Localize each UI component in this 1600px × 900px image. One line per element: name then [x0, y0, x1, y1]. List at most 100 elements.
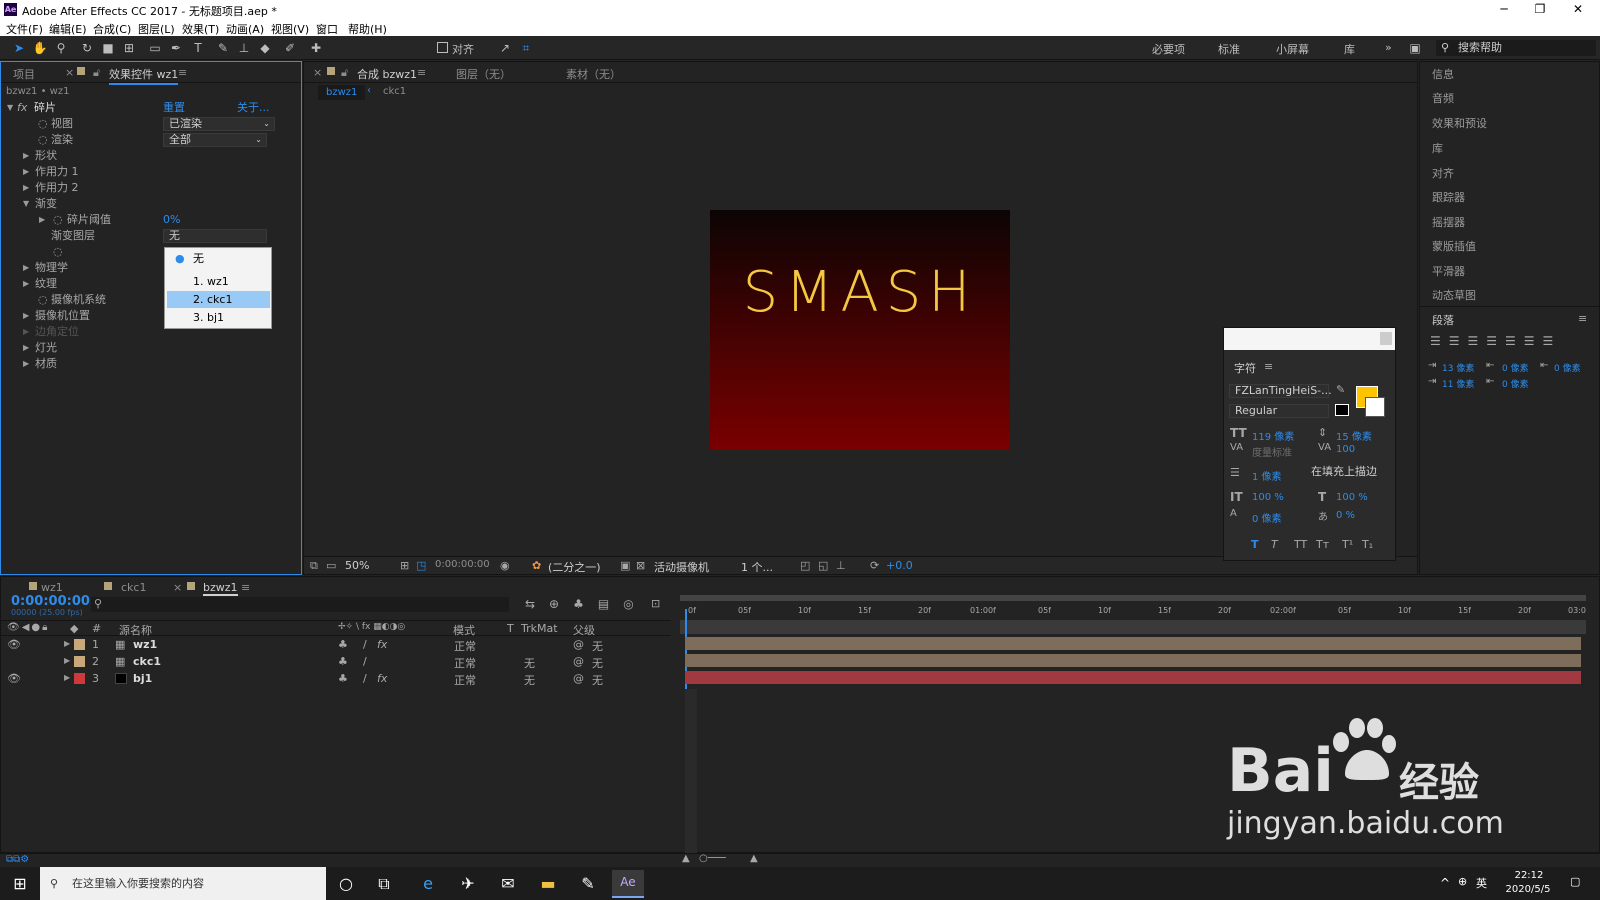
tab-footage[interactable]: 素材（无） — [566, 66, 621, 82]
layer-duration-bar[interactable] — [685, 671, 1581, 684]
timeline-tab-ckc1[interactable]: ckc1 — [121, 581, 146, 594]
snapping-icon[interactable]: ⌗ — [517, 39, 535, 57]
snapshot-icon[interactable]: ◉ — [500, 559, 510, 572]
label-color-swatch[interactable] — [74, 656, 85, 667]
grid-icon[interactable]: ⊞ — [400, 559, 409, 572]
rotate-tool-icon[interactable]: ↻ — [78, 39, 96, 57]
menu-window[interactable]: 窗口 — [316, 21, 338, 37]
baseline-shift-value[interactable]: 0 像素 — [1252, 510, 1282, 525]
menu-composition[interactable]: 合成(C) — [93, 21, 131, 37]
threshold-value[interactable]: 0% — [163, 212, 180, 228]
panel-menu-icon[interactable]: ≡ — [1578, 312, 1587, 325]
stopwatch-icon[interactable]: ◌ — [38, 116, 48, 132]
shy-icon[interactable]: ♣ — [338, 655, 348, 668]
pick-whip-icon[interactable]: @ — [573, 672, 584, 685]
space-before-value[interactable]: 0 像素 — [1502, 361, 1529, 374]
eraser-tool-icon[interactable]: ◆ — [256, 39, 274, 57]
quality-icon[interactable]: / — [363, 655, 367, 668]
taskbar-search-input[interactable]: ⚲ 在这里输入你要搜索的内容 — [40, 867, 326, 900]
visibility-eye-icon[interactable]: 👁︎ — [7, 638, 21, 651]
layer-row[interactable]: ▶ 2 ▦ ckc1 ♣ / 正常 无 @ 无 — [1, 653, 671, 670]
panel-menu-icon[interactable]: ≡ — [417, 66, 426, 79]
resolution-value[interactable]: (二分之一) — [548, 559, 601, 575]
mode-dropdown[interactable]: 正常 — [454, 655, 476, 671]
clock-time[interactable]: 22:12 — [1508, 870, 1550, 881]
menu-layer[interactable]: 图层(L) — [138, 21, 175, 37]
type-tool-icon[interactable]: T — [189, 39, 207, 57]
timeline-tab-bzwz1[interactable]: bzwz1 — [203, 581, 238, 596]
popup-option-none[interactable]: ● 无 — [167, 250, 270, 267]
comp-canvas[interactable]: SMASH — [710, 210, 1010, 450]
prop-material-row[interactable]: ▶ 材质 — [1, 356, 291, 372]
panel-info[interactable]: 信息 — [1432, 66, 1454, 82]
transparency-grid-icon[interactable]: ⊠ — [636, 559, 645, 572]
stopwatch-icon[interactable]: ◌ — [53, 212, 63, 228]
rectangle-tool-icon[interactable]: ▭ — [146, 39, 164, 57]
subscript-button[interactable]: T₁ — [1362, 538, 1373, 551]
mode-dropdown[interactable]: 正常 — [454, 638, 476, 654]
expand-triangle-icon[interactable]: ▶ — [64, 656, 70, 665]
vertical-scale-value[interactable]: 100 % — [1252, 492, 1284, 503]
expand-triangle-icon[interactable]: ▼ — [7, 100, 13, 116]
timeline-search-input[interactable]: ⚲ — [91, 597, 509, 612]
zoom-tool-icon[interactable]: ⚲ — [52, 39, 70, 57]
layer-name[interactable]: wz1 — [133, 638, 157, 651]
hand-tool-icon[interactable]: ✋ — [31, 39, 49, 57]
expand-triangle-icon[interactable]: ▶ — [23, 148, 29, 164]
cortana-icon[interactable]: ○ — [334, 872, 358, 896]
small-caps-button[interactable]: Tт — [1316, 538, 1329, 551]
after-effects-taskbar-icon[interactable]: Ae — [612, 870, 644, 898]
expand-triangle-icon[interactable]: ▶ — [23, 276, 29, 292]
all-caps-button[interactable]: TT — [1294, 538, 1307, 551]
expand-triangle-icon[interactable]: ▶ — [64, 639, 70, 648]
panel-effects-presets[interactable]: 效果和预设 — [1432, 115, 1487, 131]
layer-name[interactable]: bj1 — [133, 672, 152, 685]
workspace-small-screen[interactable]: 小屏幕 — [1276, 41, 1309, 57]
parent-dropdown[interactable]: 无 — [592, 672, 603, 688]
stroke-width-value[interactable]: 1 像素 — [1252, 468, 1282, 483]
gradient-layer-dropdown[interactable]: 无 — [163, 229, 267, 243]
timeline-tab-wz1[interactable]: wz1 — [41, 581, 63, 594]
parent-dropdown[interactable]: 无 — [592, 638, 603, 654]
exposure-value[interactable]: +0.0 — [886, 559, 913, 572]
tab-project[interactable]: 项目 — [13, 66, 35, 82]
menu-view[interactable]: 视图(V) — [271, 21, 309, 37]
app-icon-bird[interactable]: ✈ — [456, 872, 480, 896]
kerning-value[interactable]: 度量标准 — [1252, 444, 1292, 459]
zoom-slider[interactable]: ○─── — [699, 853, 726, 864]
panel-libraries[interactable]: 库 — [1432, 140, 1443, 156]
expand-triangle-icon[interactable]: ▶ — [23, 356, 29, 372]
time-ruler[interactable]: 0f 05f 10f 15f 20f 01:00f 05f 10f 15f 20… — [680, 603, 1586, 619]
reset-exposure-icon[interactable]: ⟳ — [870, 559, 879, 572]
paragraph-align-buttons[interactable]: ☰☰☰☰☰☰☰ — [1430, 334, 1561, 348]
timeline-switch-icons[interactable]: ⇆⊕♣▤◎ — [525, 597, 648, 611]
layer-duration-bar[interactable] — [685, 654, 1581, 667]
fx-icon[interactable]: fx — [17, 100, 27, 116]
stopwatch-icon[interactable]: ◌ — [38, 292, 48, 308]
shy-icon[interactable]: ♣ — [338, 672, 348, 685]
pick-whip-icon[interactable]: @ — [573, 638, 584, 651]
panel-menu-icon[interactable]: ≡ — [1264, 360, 1273, 373]
panel-audio[interactable]: 音频 — [1432, 90, 1454, 106]
menu-edit[interactable]: 编辑(E) — [49, 21, 87, 37]
camera-select[interactable]: 活动摄像机 — [654, 559, 709, 575]
indent-left-value[interactable]: 13 像素 — [1442, 361, 1474, 374]
roi-icon[interactable]: ▣ — [620, 559, 630, 572]
shy-icon[interactable]: ♣ — [338, 638, 348, 651]
space-after-value[interactable]: 0 像素 — [1502, 377, 1529, 390]
current-time[interactable]: 0:00:00:00 — [435, 559, 490, 570]
expand-triangle-icon[interactable]: ▶ — [23, 340, 29, 356]
menu-animation[interactable]: 动画(A) — [226, 21, 264, 37]
layer-row[interactable]: 👁︎ ▶ 1 ▦ wz1 ♣ / fx 正常 @ 无 — [1, 636, 671, 653]
channels-icon[interactable]: ✿ — [532, 559, 541, 572]
label-color-swatch[interactable] — [74, 673, 85, 684]
zoom-value[interactable]: 50% — [345, 559, 369, 572]
expand-triangle-icon[interactable]: ▶ — [39, 212, 45, 228]
prop-force2-row[interactable]: ▶ 作用力 2 — [1, 180, 291, 196]
edge-browser-icon[interactable]: e — [416, 872, 440, 896]
fx-switch[interactable]: fx — [377, 638, 387, 651]
prop-force1-row[interactable]: ▶ 作用力 1 — [1, 164, 291, 180]
popup-option-wz1[interactable]: 1. wz1 — [167, 273, 270, 290]
file-explorer-icon[interactable]: ▬ — [536, 872, 560, 896]
zoom-out-icon[interactable]: ▲ — [682, 853, 690, 864]
